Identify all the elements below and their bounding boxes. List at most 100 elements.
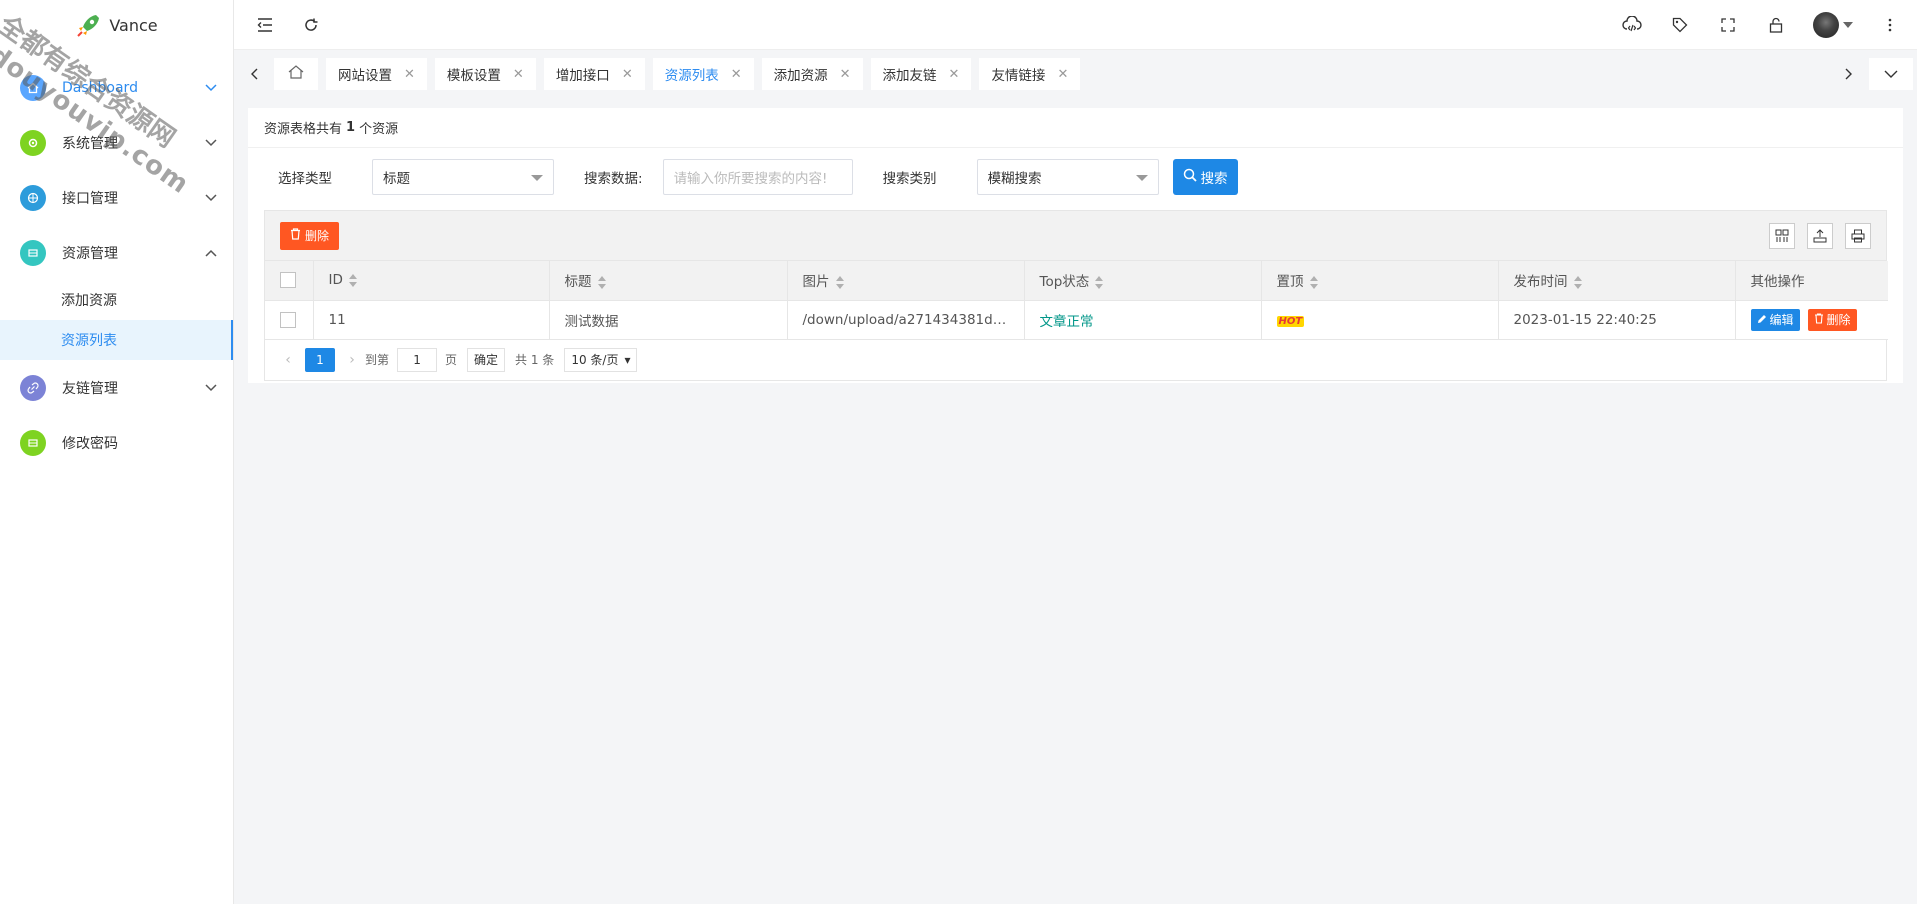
sidebar-item-api[interactable]: 接口管理 xyxy=(0,170,233,225)
column-header-top-status[interactable]: Top状态 xyxy=(1024,261,1262,301)
column-label: 其他操作 xyxy=(1750,274,1805,291)
delete-button[interactable]: 删除 xyxy=(1807,308,1857,331)
sidebar-item-label: 资源管理 xyxy=(62,245,118,262)
tab-site-settings[interactable]: 网站设置 ✕ xyxy=(326,58,427,90)
column-header-actions: 其他操作 xyxy=(1735,261,1888,301)
tabs-dropdown-icon[interactable] xyxy=(1869,58,1913,90)
cell-status: 文章正常 xyxy=(1024,300,1262,340)
close-icon[interactable]: ✕ xyxy=(949,67,960,82)
sort-icon[interactable] xyxy=(348,273,358,287)
sidebar-subitem-resource-list[interactable]: 资源列表 xyxy=(0,320,233,360)
close-icon[interactable]: ✕ xyxy=(840,67,851,82)
tab-friend-links[interactable]: 友情链接 ✕ xyxy=(979,58,1081,90)
table-header-row: ID 标题 图片 Top状态 置顶 发布时间 其他操作 xyxy=(265,261,1888,301)
chevron-down-icon xyxy=(205,80,217,96)
category-select[interactable]: 模糊搜索 xyxy=(976,159,1159,195)
page-size-select[interactable]: 10 条/页 ▾ xyxy=(564,347,638,372)
tab-home[interactable] xyxy=(274,58,318,90)
print-icon[interactable] xyxy=(1845,222,1871,249)
tabs-prev-icon[interactable] xyxy=(234,50,274,98)
tab-add-link[interactable]: 添加友链 ✕ xyxy=(870,58,972,90)
close-icon[interactable]: ✕ xyxy=(731,67,742,82)
sidebar-item-label: 友链管理 xyxy=(62,380,118,397)
columns-filter-icon[interactable] xyxy=(1769,222,1795,249)
user-menu[interactable] xyxy=(1813,11,1853,38)
close-icon[interactable]: ✕ xyxy=(622,67,633,82)
page-size-value: 10 条/页 xyxy=(571,353,619,367)
search-input[interactable]: 请输入你所要搜索的内容! xyxy=(662,159,853,195)
sort-icon[interactable] xyxy=(1095,275,1104,289)
goto-confirm-button[interactable]: 确定 xyxy=(467,347,506,372)
next-page-icon[interactable]: › xyxy=(339,352,365,368)
goto-page-input[interactable]: 1 xyxy=(397,347,438,372)
globe-icon xyxy=(20,184,46,211)
tag-icon[interactable] xyxy=(1669,14,1691,36)
cell-actions: 编辑 删除 xyxy=(1735,300,1888,340)
tab-template-settings[interactable]: 模板设置 ✕ xyxy=(434,58,536,90)
search-row: 选择类型 标题 搜索数据: 请输入你所要搜索的内容! 搜索类别 模糊搜索 搜索 xyxy=(248,148,1903,206)
count-value: 1 xyxy=(346,120,356,135)
link-icon xyxy=(20,374,46,401)
prev-page-icon[interactable]: ‹ xyxy=(275,352,301,368)
tab-add-api[interactable]: 增加接口 ✕ xyxy=(543,58,645,90)
bulk-delete-label: 删除 xyxy=(305,229,330,243)
total-count: 共 1 条 xyxy=(515,353,555,367)
search-button[interactable]: 搜索 xyxy=(1172,159,1238,195)
column-header-pinned[interactable]: 置顶 xyxy=(1261,261,1499,301)
export-icon[interactable] xyxy=(1807,222,1833,249)
close-icon[interactable]: ✕ xyxy=(404,67,415,82)
sidebar-item-dashboard[interactable]: Dashboard xyxy=(0,60,233,115)
data-table: ID 标题 图片 Top状态 置顶 发布时间 其他操作 11 测试数据 /dow… xyxy=(265,261,1888,340)
data-label: 搜索数据: xyxy=(584,171,643,187)
trash-icon xyxy=(290,228,301,243)
column-header-title[interactable]: 标题 xyxy=(549,261,788,301)
sort-icon[interactable] xyxy=(1309,275,1319,289)
column-header-id[interactable]: ID xyxy=(313,261,550,301)
sidebar-item-links[interactable]: 友链管理 xyxy=(0,360,233,415)
delete-label: 删除 xyxy=(1826,313,1851,327)
tab-label: 网站设置 xyxy=(338,68,392,84)
lock-icon[interactable] xyxy=(1765,14,1787,36)
sidebar-subitem-add-resource[interactable]: 添加资源 xyxy=(0,280,233,320)
bulk-delete-button[interactable]: 删除 xyxy=(280,221,340,250)
resource-table: 删除 ID 标题 图片 Top状态 置顶 发布时间 其他操作 11 测试数据 /… xyxy=(264,210,1888,381)
sidebar-item-resources[interactable]: 资源管理 xyxy=(0,225,233,280)
select-all-checkbox[interactable] xyxy=(280,272,296,289)
more-vertical-icon[interactable] xyxy=(1879,14,1901,36)
app-logo[interactable]: Vance xyxy=(0,0,233,50)
collapse-menu-icon[interactable] xyxy=(254,14,276,36)
caret-down-icon: ▾ xyxy=(624,352,631,367)
column-header-publish-time[interactable]: 发布时间 xyxy=(1498,261,1736,301)
sort-icon[interactable] xyxy=(835,275,845,289)
close-icon[interactable]: ✕ xyxy=(1057,67,1068,82)
row-checkbox[interactable] xyxy=(280,311,296,328)
home-icon xyxy=(288,65,304,83)
type-select-value: 标题 xyxy=(383,171,410,187)
page-suffix: 页 xyxy=(445,353,458,367)
sidebar-item-label: 修改密码 xyxy=(62,435,118,452)
tab-label: 增加接口 xyxy=(555,68,610,84)
sort-icon[interactable] xyxy=(597,275,607,289)
count-prefix: 资源表格共有 xyxy=(264,122,343,137)
cloud-code-icon[interactable] xyxy=(1621,14,1643,36)
caret-down-icon xyxy=(531,175,543,181)
avatar[interactable] xyxy=(1813,11,1839,38)
column-label: 发布时间 xyxy=(1513,274,1568,291)
sidebar-item-label: 系统管理 xyxy=(62,135,118,152)
sidebar: Vance Dashboard 系统管理 接口管理 资源管理 添加资源 资源列表… xyxy=(0,0,234,904)
close-icon[interactable]: ✕ xyxy=(513,67,524,82)
sort-icon[interactable] xyxy=(1573,275,1583,289)
refresh-icon[interactable] xyxy=(300,14,322,36)
category-select-value: 模糊搜索 xyxy=(987,171,1042,187)
fullscreen-icon[interactable] xyxy=(1717,14,1739,36)
tab-resource-list[interactable]: 资源列表 ✕ xyxy=(652,58,754,90)
column-label: 图片 xyxy=(802,274,830,291)
column-header-image[interactable]: 图片 xyxy=(787,261,1025,301)
current-page[interactable]: 1 xyxy=(305,347,335,372)
edit-button[interactable]: 编辑 xyxy=(1750,308,1800,331)
sidebar-item-change-password[interactable]: 修改密码 xyxy=(0,415,233,470)
sidebar-item-system[interactable]: 系统管理 xyxy=(0,115,233,170)
type-select[interactable]: 标题 xyxy=(372,159,554,195)
tabs-next-icon[interactable] xyxy=(1829,50,1869,98)
tab-add-resource[interactable]: 添加资源 ✕ xyxy=(761,58,863,90)
